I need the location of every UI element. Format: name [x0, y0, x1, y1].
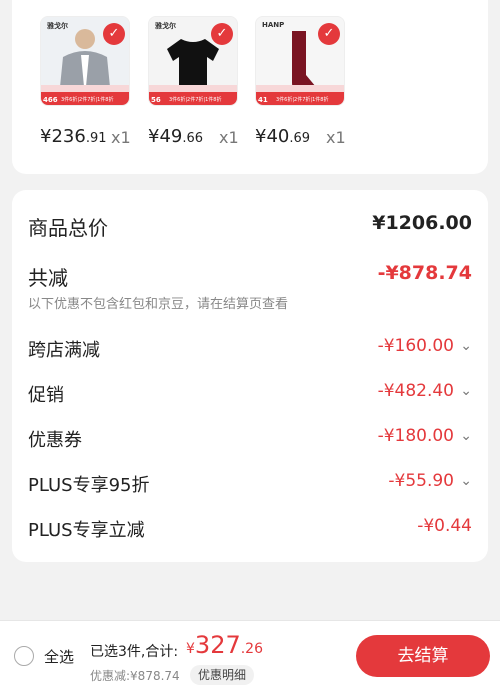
- promo-strip: 41 3件6折|2件7折|1件8折: [256, 85, 344, 105]
- goods-total-row: 商品总价 ¥1206.00: [28, 212, 472, 242]
- discount-value: -¥55.90: [388, 471, 454, 491]
- discount-value: -¥482.40: [377, 381, 454, 401]
- brand-text: 雅戈尔: [47, 22, 68, 30]
- promo-strip: 466 3件6折|2件7折|1件8折: [41, 85, 129, 105]
- check-icon[interactable]: ✓: [211, 23, 233, 45]
- selected-count: 已选3件,合计:: [90, 644, 179, 660]
- product-qty: x1: [219, 128, 239, 147]
- product-price: ¥236.91: [40, 126, 107, 147]
- product-item[interactable]: 雅戈尔 ✓ 466 3件6折|2件7折|1件8折 ¥236.91 x1: [40, 16, 131, 147]
- discount-row-cross-store[interactable]: 跨店满减 -¥160.00 ⌄: [28, 336, 472, 366]
- promo-text: 3件6折|2件7折|1件8折: [276, 97, 329, 103]
- product-item[interactable]: 雅戈尔 ✓ 56 3件6折|2件7折|1件8折 ¥49.66 x1: [148, 16, 239, 147]
- discount-row-promotion[interactable]: 促销 -¥482.40 ⌄: [28, 381, 472, 411]
- chevron-down-icon[interactable]: ⌄: [460, 383, 472, 399]
- discount-label: PLUS专享立减: [28, 520, 145, 541]
- goods-total-value: ¥1206.00: [372, 212, 472, 234]
- discount-row-coupon[interactable]: 优惠券 -¥180.00 ⌄: [28, 426, 472, 456]
- promo-count: 56: [151, 96, 161, 104]
- total-reduce-value: -¥878.74: [377, 262, 472, 284]
- product-item[interactable]: HANP ✓ 41 3件6折|2件7折|1件8折 ¥40.69 x1: [255, 16, 346, 147]
- discount-row-plus95[interactable]: PLUS专享95折 -¥55.90 ⌄: [28, 471, 472, 501]
- discount-label: 跨店满减: [28, 340, 100, 361]
- discount-summary: 优惠减:¥878.74: [90, 669, 180, 683]
- discount-detail-button[interactable]: 优惠明细: [190, 665, 255, 685]
- product-card: 雅戈尔 ✓ 466 3件6折|2件7折|1件8折 ¥236.91 x1 雅戈尔 …: [12, 0, 488, 174]
- promo-text: 3件6折|2件7折|1件8折: [169, 97, 222, 103]
- check-icon[interactable]: ✓: [103, 23, 125, 45]
- product-price: ¥49.66: [148, 126, 204, 147]
- discount-value: -¥0.44: [417, 516, 472, 536]
- product-qty: x1: [326, 128, 346, 147]
- promo-count: 466: [43, 96, 58, 104]
- brand-text: HANP: [262, 21, 285, 29]
- chevron-down-icon[interactable]: ⌄: [460, 338, 472, 354]
- discount-label: 促销: [28, 385, 64, 406]
- select-all-label[interactable]: 全选: [44, 646, 74, 667]
- chevron-down-icon[interactable]: ⌄: [460, 473, 472, 489]
- discount-value: -¥180.00: [377, 426, 454, 446]
- product-thumbnail[interactable]: HANP ✓ 41 3件6折|2件7折|1件8折: [255, 16, 345, 106]
- check-icon[interactable]: ✓: [318, 23, 340, 45]
- select-all-radio[interactable]: [14, 646, 34, 666]
- total-reduce-row: 共减 -¥878.74: [28, 262, 472, 292]
- goods-total-label: 商品总价: [28, 216, 108, 240]
- promo-text: 3件6折|2件7折|1件8折: [61, 97, 114, 103]
- total-price: ¥327.26: [186, 631, 263, 659]
- product-thumbnail[interactable]: 雅戈尔 ✓ 56 3件6折|2件7折|1件8折: [148, 16, 238, 106]
- chevron-down-icon[interactable]: ⌄: [460, 428, 472, 444]
- product-thumbnail[interactable]: 雅戈尔 ✓ 466 3件6折|2件7折|1件8折: [40, 16, 130, 106]
- discount-label: PLUS专享95折: [28, 475, 150, 496]
- discount-note: 以下优惠不包含红包和京豆，请在结算页查看: [28, 297, 289, 312]
- discount-value: -¥160.00: [377, 336, 454, 356]
- discount-label: 优惠券: [28, 430, 82, 451]
- price-summary-card: 商品总价 ¥1206.00 共减 -¥878.74 以下优惠不包含红包和京豆，请…: [12, 190, 488, 562]
- discount-row-plus-reduce: PLUS专享立减 -¥0.44: [28, 516, 472, 546]
- product-qty: x1: [111, 128, 131, 147]
- checkout-bar: 全选 已选3件,合计: ¥327.26 优惠减:¥878.74 优惠明细 去结算: [0, 620, 500, 691]
- brand-text: 雅戈尔: [155, 22, 176, 30]
- total-reduce-label: 共减: [28, 266, 68, 290]
- product-price: ¥40.69: [255, 126, 311, 147]
- promo-strip: 56 3件6折|2件7折|1件8折: [149, 85, 237, 105]
- promo-count: 41: [258, 96, 268, 104]
- checkout-button[interactable]: 去结算: [356, 635, 490, 677]
